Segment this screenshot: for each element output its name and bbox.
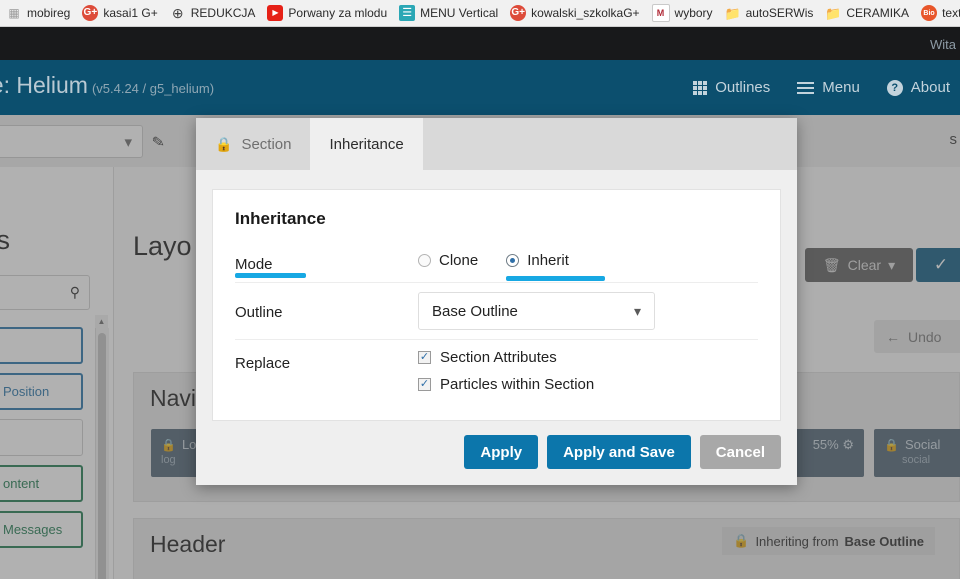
radio-inherit[interactable]: Inherit (506, 252, 605, 281)
replace-control: ✓ Section Attributes ✓ Particles within … (418, 349, 758, 393)
outline-label: Outline (235, 304, 283, 321)
bookmark-mobireg[interactable]: ▦ mobireg (2, 3, 77, 24)
checkbox-label: Section Attributes (440, 349, 557, 366)
bookmark-texture-roolle[interactable]: Bio texture_roolle (917, 3, 960, 24)
tab-label: Section (241, 135, 292, 153)
dialog-body: Inheritance Mode Clone Inherit Outline B… (196, 170, 797, 421)
nav-item-about[interactable]: ? About (886, 79, 950, 96)
bookmark-label: MENU Vertical (420, 6, 499, 20)
radio-checked-icon[interactable] (506, 254, 520, 267)
mode-label: Mode (235, 252, 418, 278)
bio-icon: Bio (921, 5, 938, 21)
radio-clone[interactable]: Clone (418, 252, 478, 271)
bookmark-ceramika[interactable]: 📁 CERAMIKA (821, 3, 916, 24)
bookmark-label: texture_roolle (942, 6, 960, 20)
document-icon: M (651, 4, 670, 22)
apply-button[interactable]: Apply (464, 435, 539, 469)
hamburger-icon (797, 79, 815, 97)
tab-section[interactable]: 🔒 Section (196, 118, 310, 170)
grid-icon (693, 80, 708, 95)
google-plus-icon: G+ (510, 5, 527, 21)
bookmark-label: kowalski_szkolkaG+ (531, 6, 640, 20)
menu-list-icon: ☰ (399, 5, 416, 21)
bookmark-label: mobireg (27, 6, 71, 20)
replace-label: Replace (235, 355, 291, 372)
lock-icon: 🔒 (215, 135, 233, 152)
radio-unchecked-icon[interactable] (418, 254, 431, 267)
generic-gray-icon: ▦ (8, 6, 20, 20)
field-row-outline: Outline Base Outline ▾ (235, 282, 758, 339)
nav-label: Menu (822, 79, 860, 96)
page-title: ne: Helium(v5.4.24 / g5_helium) (0, 72, 214, 99)
checkbox-checked-icon[interactable]: ✓ (418, 378, 431, 391)
checkbox-label: Particles within Section (440, 376, 595, 393)
bookmark-porwany-za-mlodu[interactable]: ▶ Porwany za mlodu (263, 3, 394, 24)
bookmark-autoserwis[interactable]: 📁 autoSERWis (721, 3, 821, 24)
outline-selected-value: Base Outline (432, 302, 518, 320)
bookmark-kasai1[interactable]: G+ kasai1 G+ (78, 3, 164, 24)
app-nav: Outlines Menu ? About (693, 60, 956, 115)
globe-icon: ⊕ (171, 5, 184, 21)
folder-icon: 📁 (825, 5, 842, 21)
dialog-tabs: 🔒 Section Inheritance (196, 118, 797, 170)
panel-title: Inheritance (235, 209, 326, 228)
bookmark-label: REDUKCJA (190, 6, 256, 20)
cancel-button[interactable]: Cancel (699, 435, 781, 469)
greeting-text: Wita (930, 37, 956, 52)
app-title-text: ne: Helium (0, 72, 88, 98)
app-header: ne: Helium(v5.4.24 / g5_helium) Outlines… (0, 60, 960, 115)
nav-item-outlines[interactable]: Outlines (693, 79, 770, 96)
nav-label: About (910, 79, 950, 96)
chevron-down-icon: ▾ (633, 302, 641, 319)
folder-icon: 📁 (724, 5, 741, 21)
tab-label: Inheritance (329, 135, 404, 153)
outline-select[interactable]: Base Outline ▾ (418, 292, 655, 330)
bookmark-redukcja[interactable]: ⊕ REDUKCJA (166, 3, 263, 24)
google-plus-icon: G+ (82, 5, 99, 21)
radio-label: Clone (439, 252, 479, 269)
inheritance-panel: Inheritance Mode Clone Inherit Outline B… (212, 189, 781, 421)
inheritance-dialog: 🔒 Section Inheritance Inheritance Mode C… (196, 118, 797, 485)
dialog-footer: Apply Apply and Save Cancel (196, 421, 797, 485)
tab-inheritance[interactable]: Inheritance (310, 118, 423, 170)
apply-and-save-button[interactable]: Apply and Save (547, 435, 691, 469)
bookmark-kowalski-szkolka[interactable]: G+ kowalski_szkolkaG+ (506, 3, 646, 24)
app-version: (v5.4.24 / g5_helium) (91, 81, 215, 96)
bookmark-label: CERAMIKA (846, 6, 910, 20)
checkbox-section-attributes[interactable]: ✓ Section Attributes (418, 349, 758, 366)
question-circle-icon: ? (886, 79, 903, 96)
bookmark-label: wybory (674, 6, 713, 20)
mode-radio-group: Clone Inherit (418, 252, 758, 281)
bookmark-label: kasai1 G+ (103, 6, 158, 20)
nav-item-menu[interactable]: Menu (797, 79, 860, 97)
field-row-mode: Mode Clone Inherit (235, 243, 758, 282)
bookmark-label: Porwany za mlodu (288, 6, 388, 20)
radio-label: Inherit (527, 252, 569, 269)
browser-bookmark-bar: ▦ mobireg G+ kasai1 G+ ⊕ REDUKCJA ▶ Porw… (0, 0, 960, 27)
bookmark-wybory[interactable]: M wybory (648, 3, 720, 24)
bookmark-label: autoSERWis (745, 6, 814, 20)
bookmark-menu-vertical[interactable]: ☰ MENU Vertical (395, 3, 505, 24)
screen-root: ▦ mobireg G+ kasai1 G+ ⊕ REDUKCJA ▶ Porw… (0, 0, 960, 579)
checkbox-particles-within-section[interactable]: ✓ Particles within Section (418, 376, 758, 393)
checkbox-checked-icon[interactable]: ✓ (418, 351, 431, 364)
youtube-icon: ▶ (267, 5, 284, 21)
mode-control: Clone Inherit (418, 252, 758, 281)
site-top-strip: Wita (0, 27, 960, 60)
nav-label: Outlines (715, 79, 771, 96)
field-row-replace: Replace ✓ Section Attributes ✓ Particles… (235, 339, 758, 402)
outline-control: Base Outline ▾ (418, 292, 758, 330)
